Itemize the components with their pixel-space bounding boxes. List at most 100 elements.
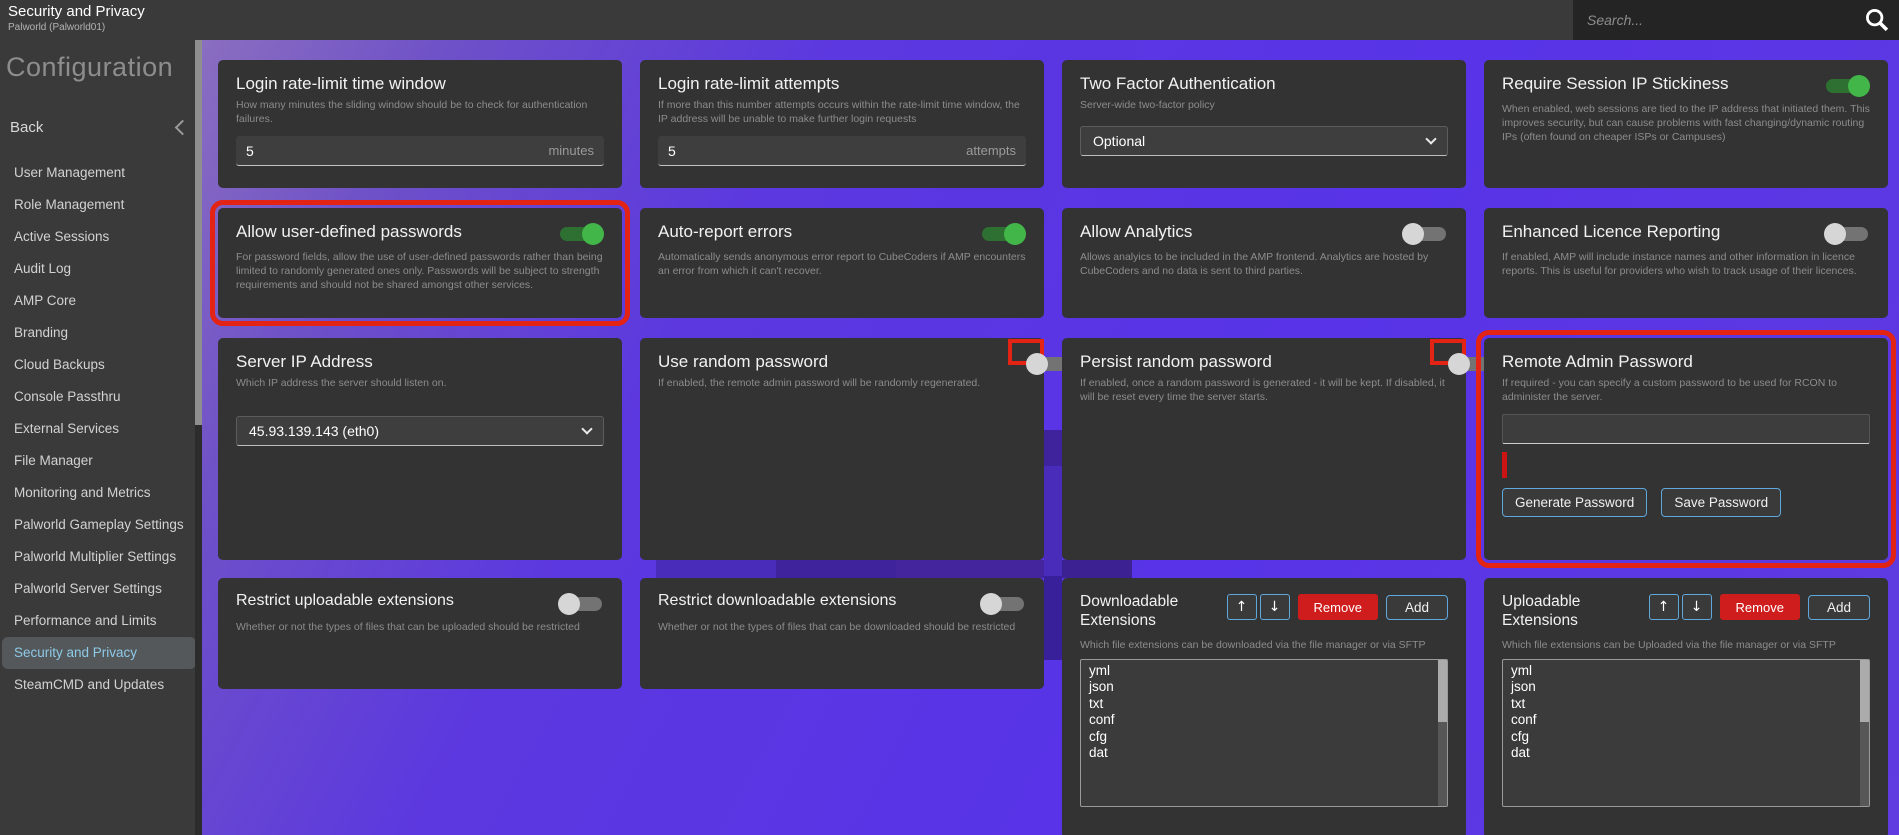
card-title: Login rate-limit time window <box>236 74 604 94</box>
list-item[interactable]: txt <box>1081 696 1447 713</box>
search-box[interactable] <box>1573 0 1899 40</box>
selected-value: 45.93.139.143 (eth0) <box>249 423 379 439</box>
ip-stickiness-toggle[interactable] <box>1824 74 1870 98</box>
remote-admin-password-input[interactable] <box>1502 414 1870 444</box>
auto-report-toggle[interactable] <box>980 222 1026 246</box>
card-description: When enabled, web sessions are tied to t… <box>1502 102 1870 145</box>
card-description: Whether or not the types of files that c… <box>658 620 1026 634</box>
list-scrollbar-thumb[interactable] <box>1860 660 1869 722</box>
card-title: Restrict downloadable extensions <box>658 592 896 610</box>
card-description: Which IP address the server should liste… <box>236 376 604 390</box>
move-up-button[interactable]: ↑ <box>1227 594 1257 620</box>
settings-panel: Login rate-limit time window How many mi… <box>202 40 1899 835</box>
list-scrollbar[interactable] <box>1438 660 1447 806</box>
list-item[interactable]: dat <box>1081 745 1447 762</box>
card-description: If enabled, once a random password is ge… <box>1080 376 1448 404</box>
card-title: Allow user-defined passwords <box>236 222 462 242</box>
unit-label: attempts <box>966 143 1016 158</box>
list-item[interactable]: json <box>1081 679 1447 696</box>
instance-subtitle: Palworld (Palworld01) <box>8 22 105 33</box>
sidebar-item-audit-log[interactable]: Audit Log <box>0 253 202 285</box>
restrict-download-toggle[interactable] <box>980 592 1026 616</box>
list-item[interactable]: txt <box>1503 696 1869 713</box>
login-window-input[interactable] <box>246 143 548 159</box>
back-label: Back <box>10 119 43 136</box>
list-item[interactable]: conf <box>1081 712 1447 729</box>
card-title: Require Session IP Stickiness <box>1502 74 1728 94</box>
search-input[interactable] <box>1573 12 1863 28</box>
card-description: Which file extensions can be Uploaded vi… <box>1502 639 1870 651</box>
sidebar-item-palworld-multiplier-settings[interactable]: Palworld Multiplier Settings <box>0 541 202 573</box>
search-icon[interactable] <box>1863 6 1891 34</box>
sidebar-item-palworld-server-settings[interactable]: Palworld Server Settings <box>0 573 202 605</box>
sidebar-item-branding[interactable]: Branding <box>0 317 202 349</box>
card-allow-user-defined-passwords: Allow user-defined passwords For passwor… <box>218 208 622 318</box>
card-two-factor-authentication: Two Factor Authentication Server-wide tw… <box>1062 60 1466 188</box>
chevron-left-icon <box>175 119 191 135</box>
card-uploadable-extensions: Uploadable Extensions ↑ ↓ Remove Add Whi… <box>1484 578 1888 835</box>
card-login-rate-limit-window: Login rate-limit time window How many mi… <box>218 60 622 188</box>
top-bar: Security and Privacy Palworld (Palworld0… <box>0 0 1899 40</box>
remove-extension-button[interactable]: Remove <box>1298 594 1378 620</box>
sidebar-item-monitoring-and-metrics[interactable]: Monitoring and Metrics <box>0 477 202 509</box>
chevron-down-icon <box>581 424 592 435</box>
user-passwords-toggle[interactable] <box>558 222 604 246</box>
unit-label: minutes <box>548 143 594 158</box>
card-title: Remote Admin Password <box>1502 352 1870 372</box>
card-description: Allows analyics to be included in the AM… <box>1080 250 1448 278</box>
list-item[interactable]: cfg <box>1081 729 1447 746</box>
restrict-upload-toggle[interactable] <box>558 592 604 616</box>
licence-reporting-toggle[interactable] <box>1824 222 1870 246</box>
generate-password-button[interactable]: Generate Password <box>1502 488 1647 517</box>
sidebar-item-external-services[interactable]: External Services <box>0 413 202 445</box>
list-item[interactable]: cfg <box>1503 729 1869 746</box>
sidebar: Configuration Back User Management Role … <box>0 40 202 835</box>
background-cube <box>896 560 1044 578</box>
password-strength-bar <box>1502 452 1507 478</box>
list-scrollbar[interactable] <box>1860 660 1869 806</box>
list-item[interactable]: yml <box>1503 663 1869 680</box>
card-title: Auto-report errors <box>658 222 792 242</box>
login-attempts-input[interactable] <box>668 143 966 159</box>
card-description: Automatically sends anonymous error repo… <box>658 250 1026 278</box>
card-login-rate-limit-attempts: Login rate-limit attempts If more than t… <box>640 60 1044 188</box>
sidebar-item-file-manager[interactable]: File Manager <box>0 445 202 477</box>
card-title: Restrict uploadable extensions <box>236 592 454 610</box>
highlight-box <box>1434 343 1462 361</box>
card-description: Server-wide two-factor policy <box>1080 98 1448 112</box>
login-attempts-field: attempts <box>658 136 1026 166</box>
move-down-button[interactable]: ↓ <box>1682 594 1712 620</box>
sidebar-item-active-sessions[interactable]: Active Sessions <box>0 221 202 253</box>
sidebar-item-performance-and-limits[interactable]: Performance and Limits <box>0 605 202 637</box>
sidebar-scrollbar[interactable] <box>195 40 202 835</box>
card-description: If required - you can specify a custom p… <box>1502 376 1870 404</box>
sidebar-item-cloud-backups[interactable]: Cloud Backups <box>0 349 202 381</box>
list-item[interactable]: json <box>1503 679 1869 696</box>
analytics-toggle[interactable] <box>1402 222 1448 246</box>
card-remote-admin-password: Remote Admin Password If required - you … <box>1484 338 1888 560</box>
move-up-button[interactable]: ↑ <box>1649 594 1679 620</box>
move-down-button[interactable]: ↓ <box>1260 594 1290 620</box>
sidebar-item-steamcmd-and-updates[interactable]: SteamCMD and Updates <box>0 669 202 701</box>
back-button[interactable]: Back <box>0 113 202 141</box>
list-item[interactable]: conf <box>1503 712 1869 729</box>
uploadable-extensions-list: yml json txt conf cfg dat <box>1502 659 1870 807</box>
sidebar-item-palworld-gameplay-settings[interactable]: Palworld Gameplay Settings <box>0 509 202 541</box>
sidebar-item-security-and-privacy[interactable]: Security and Privacy <box>2 637 196 669</box>
card-description: If more than this number attempts occurs… <box>658 98 1026 126</box>
two-factor-select[interactable]: Optional <box>1080 126 1448 156</box>
save-password-button[interactable]: Save Password <box>1661 488 1781 517</box>
server-ip-select[interactable]: 45.93.139.143 (eth0) <box>236 416 604 446</box>
sidebar-item-amp-core[interactable]: AMP Core <box>0 285 202 317</box>
login-window-field: minutes <box>236 136 604 166</box>
add-extension-button[interactable]: Add <box>1808 595 1870 620</box>
sidebar-scrollbar-thumb[interactable] <box>195 40 202 425</box>
remove-extension-button[interactable]: Remove <box>1720 594 1800 620</box>
add-extension-button[interactable]: Add <box>1386 595 1448 620</box>
sidebar-item-role-management[interactable]: Role Management <box>0 189 202 221</box>
sidebar-item-user-management[interactable]: User Management <box>0 157 202 189</box>
sidebar-item-console-passthru[interactable]: Console Passthru <box>0 381 202 413</box>
list-scrollbar-thumb[interactable] <box>1438 660 1447 722</box>
list-item[interactable]: dat <box>1503 745 1869 762</box>
list-item[interactable]: yml <box>1081 663 1447 680</box>
